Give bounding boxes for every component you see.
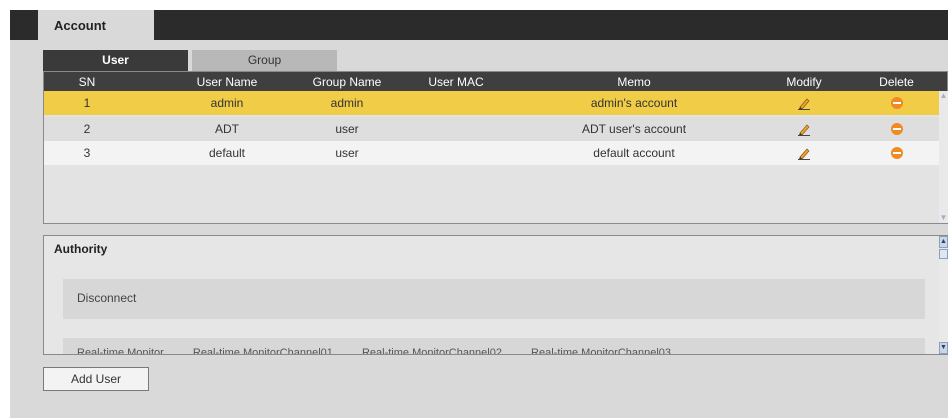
table-scrollbar[interactable]: ▲ ▼ [939, 91, 948, 223]
cell-user-name: default [208, 146, 246, 160]
scroll-thumb[interactable] [939, 249, 948, 259]
cell-sn: 1 [83, 96, 91, 110]
cell-group-name: user [335, 122, 359, 136]
tab-account[interactable]: Account [38, 10, 154, 41]
cell-group-name: user [335, 146, 359, 160]
table-row[interactable]: 2 ADT user ADT user's account [44, 117, 939, 141]
authority-realtime-channel02[interactable]: Real-time MonitorChannel02 [362, 347, 502, 354]
authority-realtime-channel01[interactable]: Real-time MonitorChannel01 [193, 347, 333, 354]
authority-panel: Authority Disconnect Real-time Monitor R… [43, 235, 948, 355]
col-header-modify: Modify [786, 74, 822, 89]
cell-sn: 2 [83, 122, 91, 136]
subtab-user[interactable]: User [43, 50, 188, 71]
cell-user-name: ADT [215, 122, 239, 136]
scroll-up-icon[interactable]: ▲ [939, 91, 948, 101]
authority-realtime-channel03[interactable]: Real-time MonitorChannel03 [531, 347, 671, 354]
scroll-down-icon[interactable]: ▼ [939, 213, 948, 223]
authority-title: Authority [54, 242, 108, 256]
cell-user-name: admin [210, 96, 244, 110]
authority-realtime-row: Real-time Monitor Real-time MonitorChann… [63, 338, 925, 355]
modify-pencil-icon[interactable] [774, 141, 834, 165]
cell-memo: admin's account [590, 96, 678, 110]
delete-icon[interactable] [864, 141, 929, 165]
col-header-memo: Memo [617, 74, 651, 89]
table-row[interactable]: 1 admin admin admin's account [44, 91, 939, 115]
delete-icon[interactable] [864, 117, 929, 141]
add-user-button[interactable]: Add User [43, 367, 149, 391]
authority-scrollbar[interactable]: ▲ ▼ [939, 236, 948, 354]
authority-realtime-label: Real-time Monitor [77, 347, 164, 355]
col-header-user-name: User Name [196, 74, 258, 89]
cell-memo: ADT user's account [581, 122, 687, 136]
col-header-sn: SN [78, 74, 96, 89]
cell-memo: default account [593, 146, 675, 160]
cell-user-mac [416, 91, 496, 115]
cell-group-name: admin [330, 96, 364, 110]
cell-user-mac [416, 117, 496, 141]
subtab-group[interactable]: Group [192, 50, 337, 71]
table-row[interactable]: 3 default user default account [44, 141, 939, 165]
authority-disconnect[interactable]: Disconnect [63, 279, 925, 319]
scroll-down-icon[interactable]: ▼ [939, 342, 948, 354]
col-header-user-mac: User MAC [428, 74, 484, 89]
col-header-delete: Delete [879, 74, 914, 89]
cell-user-mac [416, 141, 496, 165]
scroll-up-icon[interactable]: ▲ [939, 236, 948, 248]
user-table: SN User Name Group Name User MAC Memo Mo… [43, 71, 948, 224]
col-header-group-name: Group Name [312, 74, 382, 89]
modify-pencil-icon[interactable] [774, 117, 834, 141]
cell-sn: 3 [83, 146, 91, 160]
modify-pencil-icon[interactable] [774, 91, 834, 115]
table-header: SN User Name Group Name User MAC Memo Mo… [44, 72, 947, 91]
delete-icon[interactable] [864, 91, 929, 115]
